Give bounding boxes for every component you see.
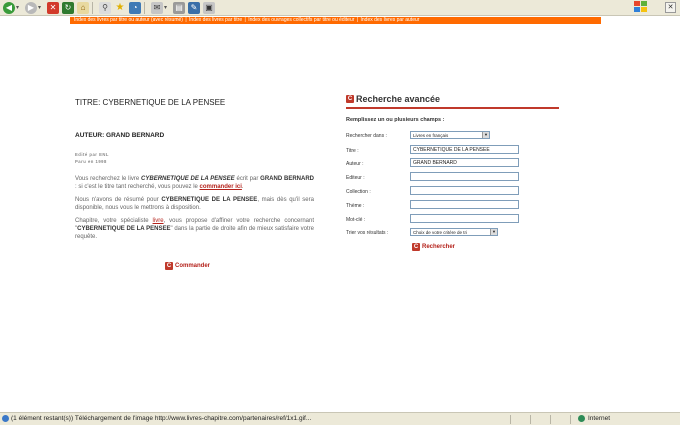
- status-divider: [530, 415, 531, 424]
- nav-separator: |: [356, 17, 359, 23]
- author-label: Auteur :: [346, 161, 364, 167]
- nav-link-index-author[interactable]: Index des livres par auteur: [361, 17, 420, 23]
- toolbar-separator: [92, 1, 93, 14]
- para-book-title: CYBERNETIQUE DE LA PENSEE: [77, 226, 171, 232]
- status-divider: [550, 415, 551, 424]
- status-text: (1 élément restant(s)) Téléchargement de…: [11, 415, 312, 422]
- back-arrow-icon[interactable]: ◀: [3, 1, 15, 14]
- security-zone: Internet: [578, 413, 610, 425]
- author-field[interactable]: GRAND BERNARD: [410, 158, 519, 167]
- para-text: Vous recherchez le livre: [75, 176, 142, 182]
- order-label: Commander: [175, 263, 211, 269]
- windows-logo-icon: [634, 1, 648, 13]
- nav-separator: |: [244, 17, 246, 23]
- publication-info: Edité par ENL Paru en 1998: [75, 151, 314, 165]
- summary-paragraph: Nous n'avons de résumé pour CYBERNETIQUE…: [75, 196, 314, 212]
- year-line: Paru en 1998: [75, 159, 107, 164]
- status-divider: [510, 415, 511, 424]
- status-bar: (1 élément restant(s)) Téléchargement de…: [0, 412, 680, 425]
- history-icon[interactable]: ◔: [129, 1, 141, 14]
- edit-icon[interactable]: ✎: [188, 1, 200, 14]
- para-text: Nous n'avons de résumé pour: [75, 197, 162, 203]
- messenger-icon[interactable]: ▣: [203, 1, 215, 14]
- forward-dropdown-icon[interactable]: ▾: [38, 4, 44, 11]
- intro-paragraph: Vous recherchez le livre CYBERNETIQUE DE…: [75, 175, 314, 191]
- editor-line: Edité par ENL: [75, 152, 109, 157]
- keyword-label: Mot-clé :: [346, 217, 366, 223]
- sort-label: Trier vos résultats :: [346, 230, 389, 236]
- nav-separator: |: [185, 17, 187, 23]
- search-in-label: Rechercher dans :: [346, 133, 387, 139]
- sort-value: Choix de votre critère de tri: [413, 230, 468, 235]
- theme-label: Thème :: [346, 203, 365, 209]
- title-label: Titre :: [346, 148, 359, 154]
- toolbar-separator: [144, 1, 145, 14]
- search-submit-label: Rechercher: [422, 244, 456, 250]
- status-message: (1 élément restant(s)) Téléchargement de…: [2, 413, 311, 425]
- search-submit-button[interactable]: C Rechercher: [412, 243, 455, 251]
- refresh-icon[interactable]: ↻: [62, 1, 74, 14]
- order-here-link[interactable]: commander ici: [200, 184, 242, 190]
- publisher-field[interactable]: [410, 172, 519, 181]
- livre-link[interactable]: livre: [153, 218, 164, 224]
- para-text: écrit par: [234, 176, 261, 182]
- chapitre-logo-icon: C: [165, 262, 173, 270]
- index-navbar: Index des livres par titre ou auteur (av…: [70, 17, 601, 24]
- order-button[interactable]: C Commander: [165, 262, 210, 270]
- nav-link-index-title[interactable]: Index des livres par titre: [189, 17, 242, 23]
- mail-dropdown-icon[interactable]: ▾: [164, 4, 170, 11]
- panel-divider: [346, 107, 559, 109]
- advanced-search-panel: C Recherche avancée Remplissez un ou plu…: [346, 94, 559, 263]
- panel-header: C Recherche avancée: [346, 94, 559, 104]
- home-icon[interactable]: ⌂: [77, 1, 89, 14]
- back-dropdown-icon[interactable]: ▾: [16, 4, 22, 11]
- sort-select[interactable]: Choix de votre critère de tri ▼: [410, 228, 498, 236]
- print-icon[interactable]: ▤: [173, 1, 185, 14]
- title-field[interactable]: CYBERNETIQUE DE LA PENSEE: [410, 145, 519, 154]
- para-text: Chapitre, votre spécialiste: [75, 218, 153, 224]
- collection-label: Collection :: [346, 189, 371, 195]
- para-text: .: [241, 184, 244, 190]
- status-divider: [570, 415, 571, 424]
- search-form: Rechercher dans : Livres en français ▼ T…: [346, 123, 559, 263]
- forward-arrow-icon[interactable]: ▶: [25, 1, 37, 14]
- chapitre-logo-icon: C: [346, 95, 354, 103]
- para-book-title: CYBERNETIQUE DE LA PENSEE: [141, 176, 235, 182]
- para-author: GRAND BERNARD: [260, 176, 314, 182]
- stop-icon[interactable]: ✕: [47, 1, 59, 14]
- loading-page-icon: [2, 414, 9, 422]
- search-in-select[interactable]: Livres en français ▼: [410, 131, 490, 139]
- panel-title: Recherche avancée: [356, 94, 441, 104]
- nav-link-index-title-author[interactable]: Index des livres par titre ou auteur (av…: [74, 17, 183, 23]
- chevron-down-icon: ▼: [482, 132, 489, 138]
- book-author: AUTEUR: GRAND BERNARD: [75, 132, 165, 139]
- internet-globe-icon: [578, 414, 585, 422]
- book-title: TITRE: CYBERNETIQUE DE LA PENSEE: [75, 98, 226, 107]
- mail-icon[interactable]: ✉: [151, 1, 163, 14]
- para-book-title: CYBERNETIQUE DE LA PENSEE: [161, 197, 258, 203]
- zone-label: Internet: [588, 415, 611, 422]
- collection-field[interactable]: [410, 186, 519, 195]
- book-details: TITRE: CYBERNETIQUE DE LA PENSEE AUTEUR:…: [75, 98, 314, 246]
- chevron-down-icon: ▼: [490, 229, 497, 235]
- close-icon[interactable]: ✕: [665, 2, 676, 13]
- keyword-field[interactable]: [410, 214, 519, 223]
- favorites-star-icon[interactable]: ★: [114, 2, 126, 14]
- publisher-label: Editeur :: [346, 175, 365, 181]
- browser-toolbar: ◀ ▾ ▶ ▾ ✕ ↻ ⌂ ⚲ ★ ◔ ✉ ▾ ▤ ✎ ▣ ✕: [0, 0, 680, 16]
- refine-paragraph: Chapitre, votre spécialiste livre, vous …: [75, 217, 314, 241]
- search-in-value: Livres en français: [413, 133, 449, 138]
- search-icon[interactable]: ⚲: [99, 1, 111, 14]
- nav-link-index-collective[interactable]: Index des ouvrages collectifs par titre …: [248, 17, 354, 23]
- theme-field[interactable]: [410, 200, 519, 209]
- chapitre-logo-icon: C: [412, 243, 420, 251]
- para-text: : si c'est le titre tant recherché, vous…: [75, 184, 200, 190]
